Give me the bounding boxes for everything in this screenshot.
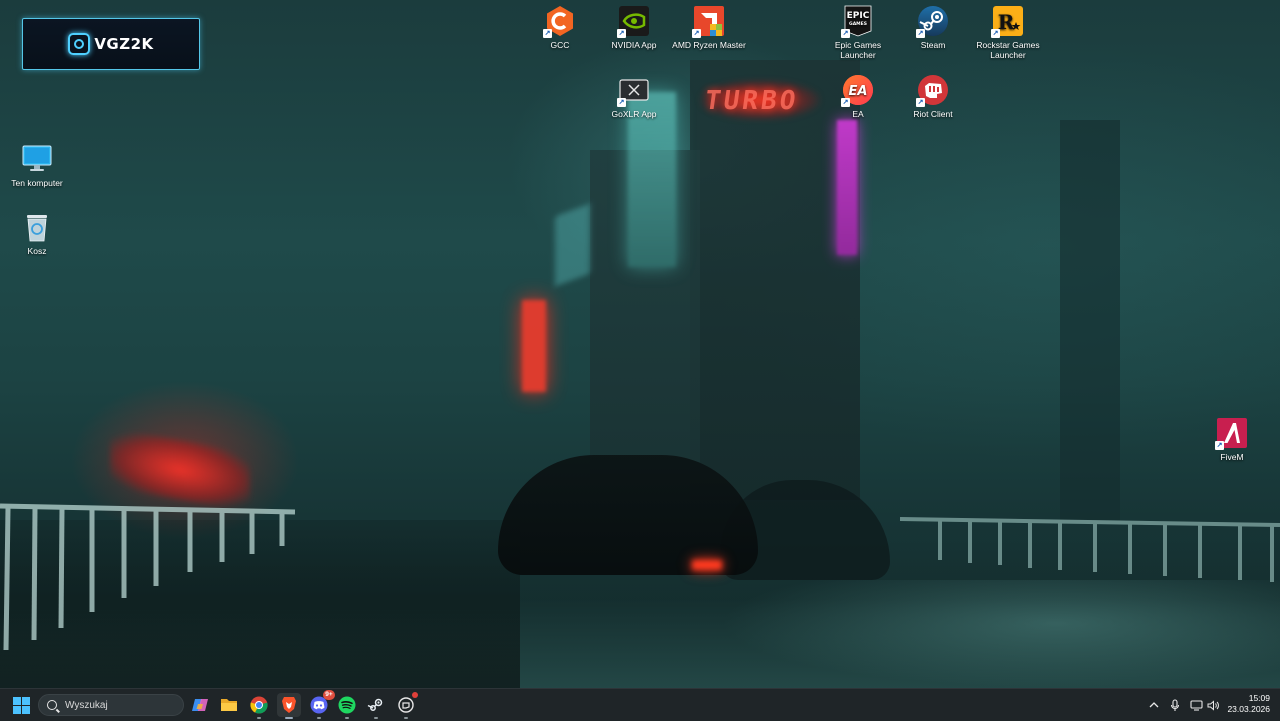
monitor-icon bbox=[21, 143, 53, 175]
clock-date: 23.03.2026 bbox=[1227, 704, 1270, 714]
taskbar: 9+ bbox=[0, 688, 1280, 721]
steam-icon bbox=[367, 698, 383, 711]
desktop-icon-label: AMD Ryzen Master bbox=[672, 40, 746, 50]
wallpaper-neon-purple bbox=[837, 120, 857, 255]
taskbar-app-brave[interactable] bbox=[277, 693, 301, 719]
wallpaper-railing bbox=[900, 517, 1280, 582]
desktop-icon-amd-ryzen-master[interactable]: ↗ AMD Ryzen Master bbox=[672, 5, 746, 50]
start-button[interactable] bbox=[9, 693, 33, 717]
wallpaper-car bbox=[498, 455, 758, 575]
desktop-icon-label: Epic Games Launcher bbox=[834, 40, 882, 60]
wallpaper-pillar bbox=[1060, 120, 1120, 520]
taskbar-app-file-explorer[interactable] bbox=[217, 693, 241, 717]
taskbar-app-steam[interactable] bbox=[364, 693, 388, 719]
clock-time: 15:09 bbox=[1248, 693, 1270, 703]
desktop-icon-fivem[interactable]: ↗ FiveM bbox=[1195, 417, 1269, 462]
riot-icon bbox=[398, 697, 414, 713]
taskbar-app-chrome[interactable] bbox=[247, 693, 271, 719]
wallpaper-neon-sign-turbo: TURBO bbox=[702, 86, 801, 116]
folder-icon bbox=[221, 699, 237, 711]
desktop-icon-label: Rockstar Games Launcher bbox=[976, 40, 1040, 60]
desktop-icon-ea[interactable]: EA ↗ EA bbox=[821, 74, 895, 119]
taskbar-app-spotify[interactable] bbox=[335, 693, 359, 719]
vgz2k-logo-icon bbox=[68, 33, 91, 55]
desktop-icon-goxlr-app[interactable]: ↗ GoXLR App bbox=[597, 74, 671, 119]
amd-icon: ↗ bbox=[692, 5, 725, 38]
desktop-icon-label: Kosz bbox=[27, 246, 47, 256]
search-icon bbox=[47, 700, 57, 710]
svg-text:GAMES: GAMES bbox=[849, 21, 867, 27]
shortcut-arrow-icon: ↗ bbox=[543, 29, 552, 38]
vgz2k-brand-text: VGZ2K bbox=[94, 35, 154, 53]
wallpaper-neon-red bbox=[522, 300, 546, 392]
epic-logo-text: EPIC bbox=[847, 11, 870, 21]
taskbar-app-discord[interactable]: 9+ bbox=[307, 690, 335, 719]
taskbar-search-box[interactable] bbox=[38, 694, 184, 716]
chrome-icon bbox=[250, 696, 268, 714]
shortcut-arrow-icon: ↗ bbox=[617, 98, 626, 107]
shortcut-arrow-icon: ↗ bbox=[841, 29, 850, 38]
desktop-icon-label: FiveM bbox=[1220, 452, 1244, 462]
search-input[interactable] bbox=[65, 699, 175, 711]
shortcut-arrow-icon: ↗ bbox=[617, 29, 626, 38]
shortcut-arrow-icon: ↗ bbox=[841, 98, 850, 107]
desktop-icon-label: Steam bbox=[920, 40, 946, 50]
wallpaper-car-taillight bbox=[692, 560, 722, 570]
tray-network-icon[interactable] bbox=[1188, 697, 1204, 713]
rockstar-icon: R ↗ bbox=[991, 5, 1024, 38]
shortcut-arrow-icon: ↗ bbox=[692, 29, 701, 38]
desktop-icon-riot-client[interactable]: ↗ Riot Client bbox=[896, 74, 970, 119]
wallpaper-railing bbox=[0, 503, 296, 650]
copilot-icon bbox=[192, 699, 208, 711]
desktop-icon-recycle-bin[interactable]: Kosz bbox=[0, 211, 74, 256]
desktop-icon-label: Riot Client bbox=[913, 109, 953, 119]
wallpaper-road-light bbox=[720, 580, 1280, 688]
taskbar-app-copilot[interactable] bbox=[188, 693, 212, 717]
shortcut-arrow-icon: ↗ bbox=[1215, 441, 1224, 450]
riot-notification-dot bbox=[412, 692, 418, 698]
goxlr-icon: ↗ bbox=[617, 74, 650, 107]
desktop-icon-label: Ten komputer bbox=[11, 178, 63, 188]
shortcut-arrow-icon: ↗ bbox=[991, 29, 1000, 38]
epic-games-icon: EPIC GAMES ↗ bbox=[841, 5, 874, 38]
nvidia-icon: ↗ bbox=[617, 5, 650, 38]
taskbar-clock[interactable]: 15:09 23.03.2026 bbox=[1227, 693, 1270, 715]
ea-logo-text: EA bbox=[849, 84, 868, 99]
brave-icon bbox=[282, 697, 296, 713]
shortcut-arrow-icon: ↗ bbox=[916, 98, 925, 107]
desktop-icon-this-pc[interactable]: Ten komputer bbox=[0, 143, 74, 188]
tray-microphone-icon[interactable] bbox=[1167, 697, 1183, 713]
desktop-icon-gcc[interactable]: ↗ GCC bbox=[523, 5, 597, 50]
desktop-icon-rockstar-games-launcher[interactable]: R ↗ Rockstar Games Launcher bbox=[971, 5, 1045, 60]
gcc-icon: ↗ bbox=[543, 5, 576, 38]
desktop-icon-steam[interactable]: ↗ Steam bbox=[896, 5, 970, 50]
discord-notification-badge: 9+ bbox=[323, 690, 335, 700]
desktop-icon-label: GoXLR App bbox=[611, 109, 657, 119]
recycle-bin-icon bbox=[21, 211, 53, 243]
desktop-icon-label: NVIDIA App bbox=[611, 40, 657, 50]
wallpaper-neon-cyan bbox=[555, 203, 590, 287]
wallpaper-building bbox=[690, 60, 860, 500]
windows-logo-icon bbox=[12, 696, 30, 714]
steam-icon: ↗ bbox=[916, 5, 949, 38]
desktop-icon-label: GCC bbox=[550, 40, 570, 50]
desktop-icon-label: EA bbox=[852, 109, 864, 119]
ea-icon: EA ↗ bbox=[841, 74, 874, 107]
taskbar-app-riot[interactable] bbox=[394, 692, 418, 719]
tray-volume-icon[interactable] bbox=[1205, 697, 1221, 713]
desktop-icon-epic-games-launcher[interactable]: EPIC GAMES ↗ Epic Games Launcher bbox=[821, 5, 895, 60]
spotify-icon bbox=[338, 696, 356, 714]
rockstar-logo-text: R bbox=[998, 10, 1015, 34]
shortcut-arrow-icon: ↗ bbox=[916, 29, 925, 38]
vgz2k-widget[interactable]: VGZ2K bbox=[22, 18, 200, 70]
desktop-icon-nvidia-app[interactable]: ↗ NVIDIA App bbox=[597, 5, 671, 50]
riot-client-icon: ↗ bbox=[916, 74, 949, 107]
tray-overflow-chevron-up-icon[interactable] bbox=[1146, 697, 1162, 713]
fivem-icon: ↗ bbox=[1215, 417, 1248, 450]
